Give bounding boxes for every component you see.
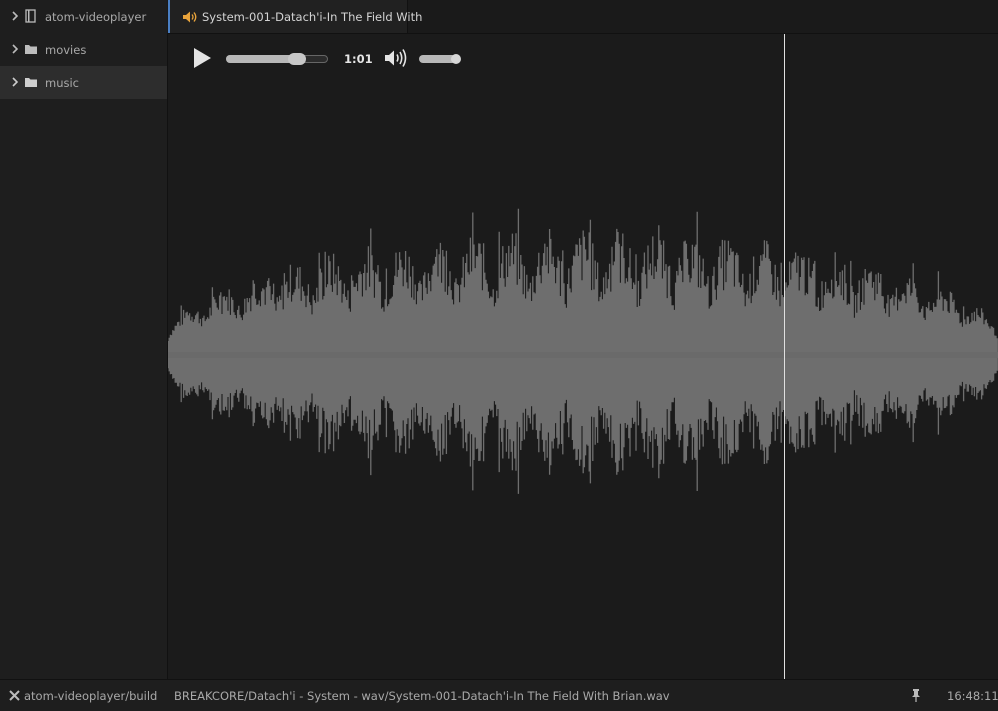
tree-item-label: music	[45, 76, 80, 90]
project-path[interactable]: atom-videoplayer/build	[24, 689, 157, 703]
tab-audio-file[interactable]: System-001-Datach'i-In The Field With	[168, 0, 422, 33]
tree-item-movies[interactable]: movies	[0, 33, 167, 66]
chevron-right-icon	[12, 11, 19, 21]
playhead[interactable]	[783, 34, 785, 679]
clock: 16:48:11	[947, 689, 998, 703]
pin-icon[interactable]	[910, 688, 922, 702]
waveform[interactable]	[168, 34, 998, 679]
waveform-center	[168, 352, 998, 358]
status-bar: atom-videoplayer/build BREAKCORE/Datach'…	[0, 679, 998, 711]
volume-icon[interactable]	[384, 48, 408, 68]
chevron-right-icon	[12, 77, 19, 87]
seek-handle[interactable]	[288, 53, 307, 65]
tab-bar: System-001-Datach'i-In The Field With	[167, 0, 998, 34]
tree-item-label: movies	[45, 43, 87, 57]
tree-view: atom-videoplayer movies music	[0, 0, 168, 679]
tab-title: System-001-Datach'i-In The Field With	[202, 10, 423, 24]
volume-handle[interactable]	[451, 54, 462, 64]
play-icon[interactable]	[192, 47, 212, 69]
folder-icon	[25, 45, 37, 54]
current-time: 1:01	[344, 52, 373, 66]
folder-icon	[25, 78, 37, 87]
seek-fill	[226, 55, 298, 63]
tools-icon	[9, 690, 20, 701]
chevron-right-icon	[12, 44, 19, 54]
tree-item-atom-videoplayer[interactable]: atom-videoplayer	[0, 0, 167, 33]
waveform-path	[168, 208, 998, 494]
file-path[interactable]: BREAKCORE/Datach'i - System - wav/System…	[174, 689, 670, 703]
volume-slider[interactable]	[419, 54, 463, 64]
speaker-icon	[183, 11, 197, 23]
player-controls: 1:01	[168, 34, 998, 84]
audio-player: 1:01	[168, 34, 998, 679]
repo-icon	[25, 9, 36, 23]
seek-slider[interactable]	[226, 53, 328, 65]
tree-item-music[interactable]: music	[0, 66, 167, 99]
tree-item-label: atom-videoplayer	[45, 10, 147, 24]
